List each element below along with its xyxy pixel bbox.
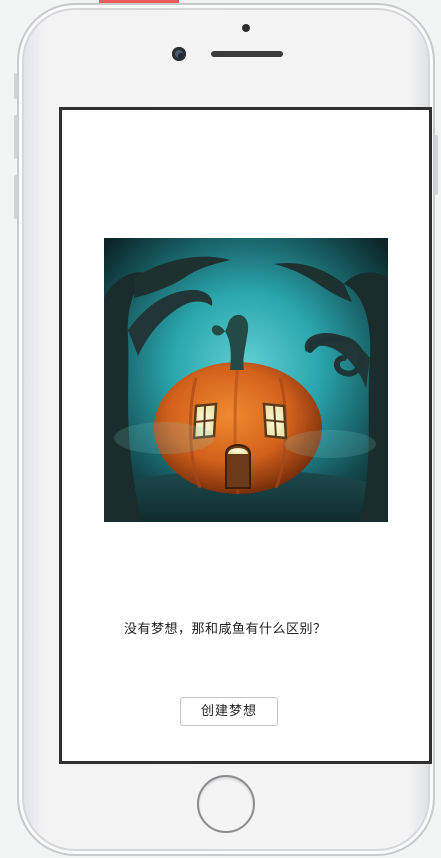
power-button	[434, 135, 438, 195]
volume-up-button	[14, 115, 18, 159]
dream-tagline: 没有梦想，那和咸鱼有什么区别？	[124, 622, 327, 637]
front-camera-icon	[172, 47, 186, 61]
mute-switch	[14, 73, 18, 99]
phone-frame: 没有梦想，那和咸鱼有什么区别？ 创建梦想	[14, 3, 438, 856]
earpiece-speaker	[211, 51, 283, 57]
pumpkin-house-image	[104, 238, 388, 522]
phone-screen: 没有梦想，那和咸鱼有什么区别？ 创建梦想	[59, 107, 432, 764]
create-dream-button[interactable]: 创建梦想	[180, 697, 278, 726]
proximity-sensor	[242, 24, 250, 32]
volume-down-button	[14, 175, 18, 219]
home-button[interactable]	[197, 775, 255, 833]
